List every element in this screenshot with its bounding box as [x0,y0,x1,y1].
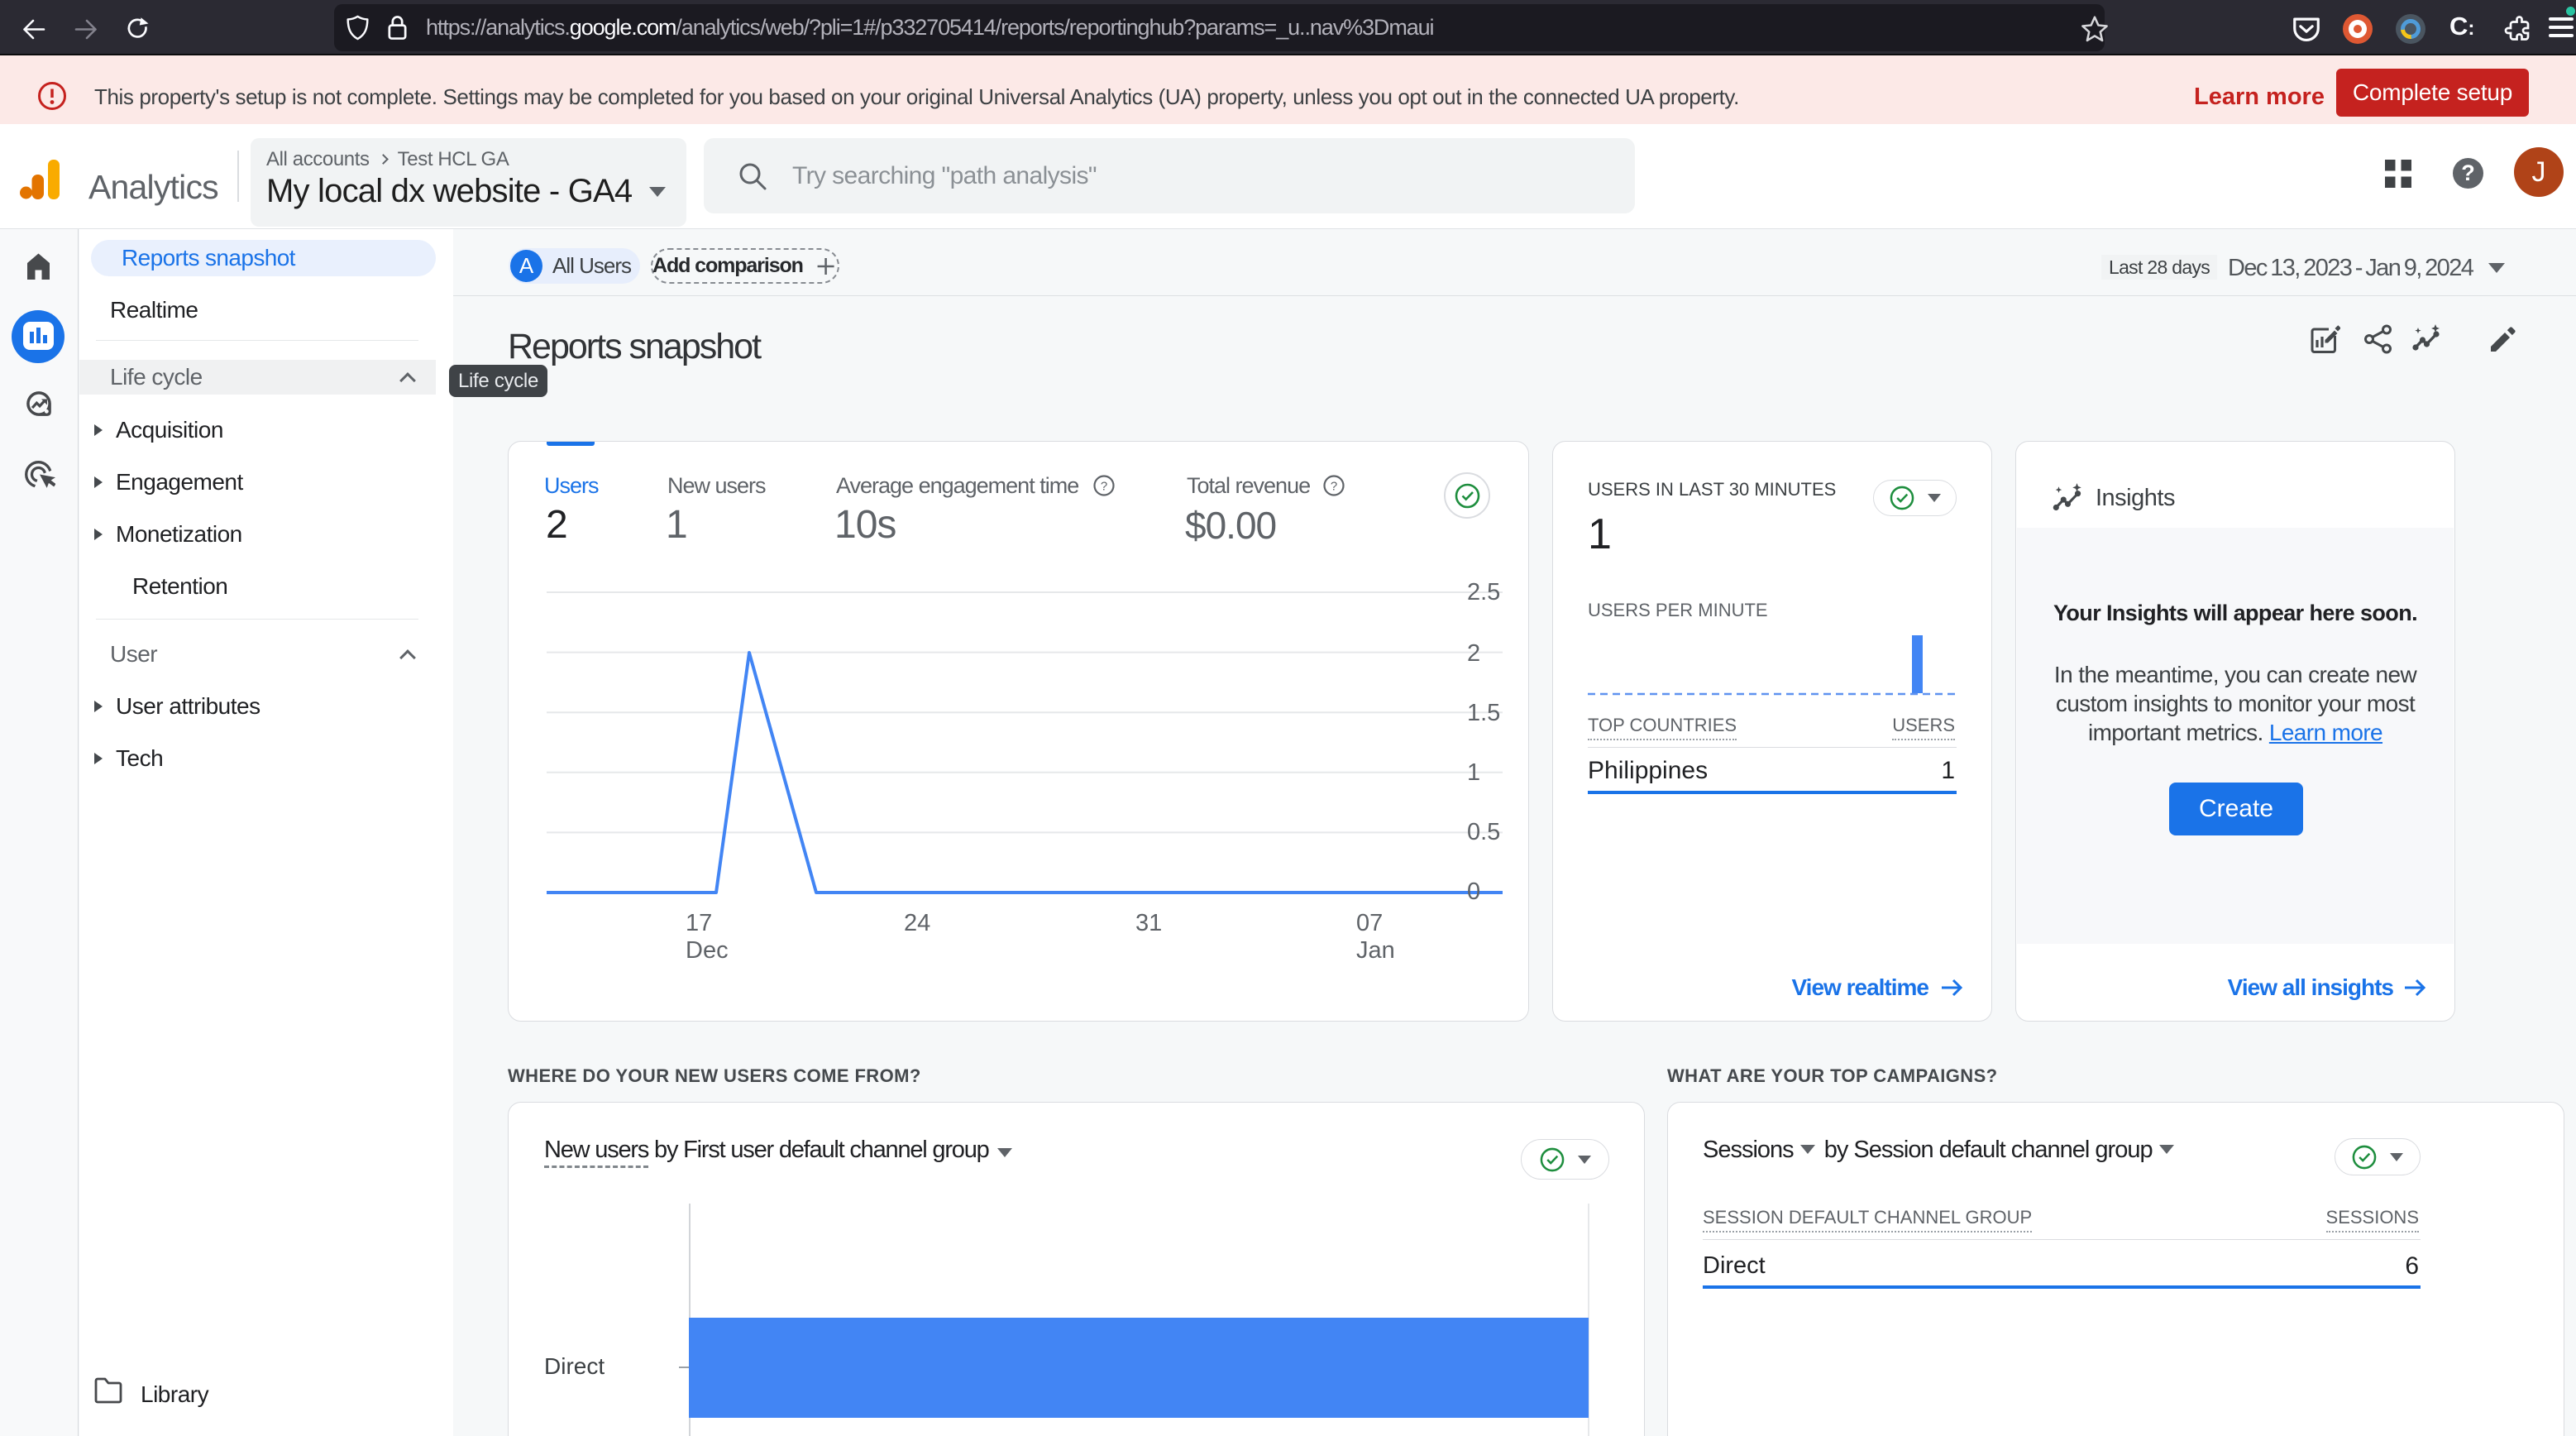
svg-text:?: ? [1331,480,1337,494]
svg-text:?: ? [1101,480,1107,494]
